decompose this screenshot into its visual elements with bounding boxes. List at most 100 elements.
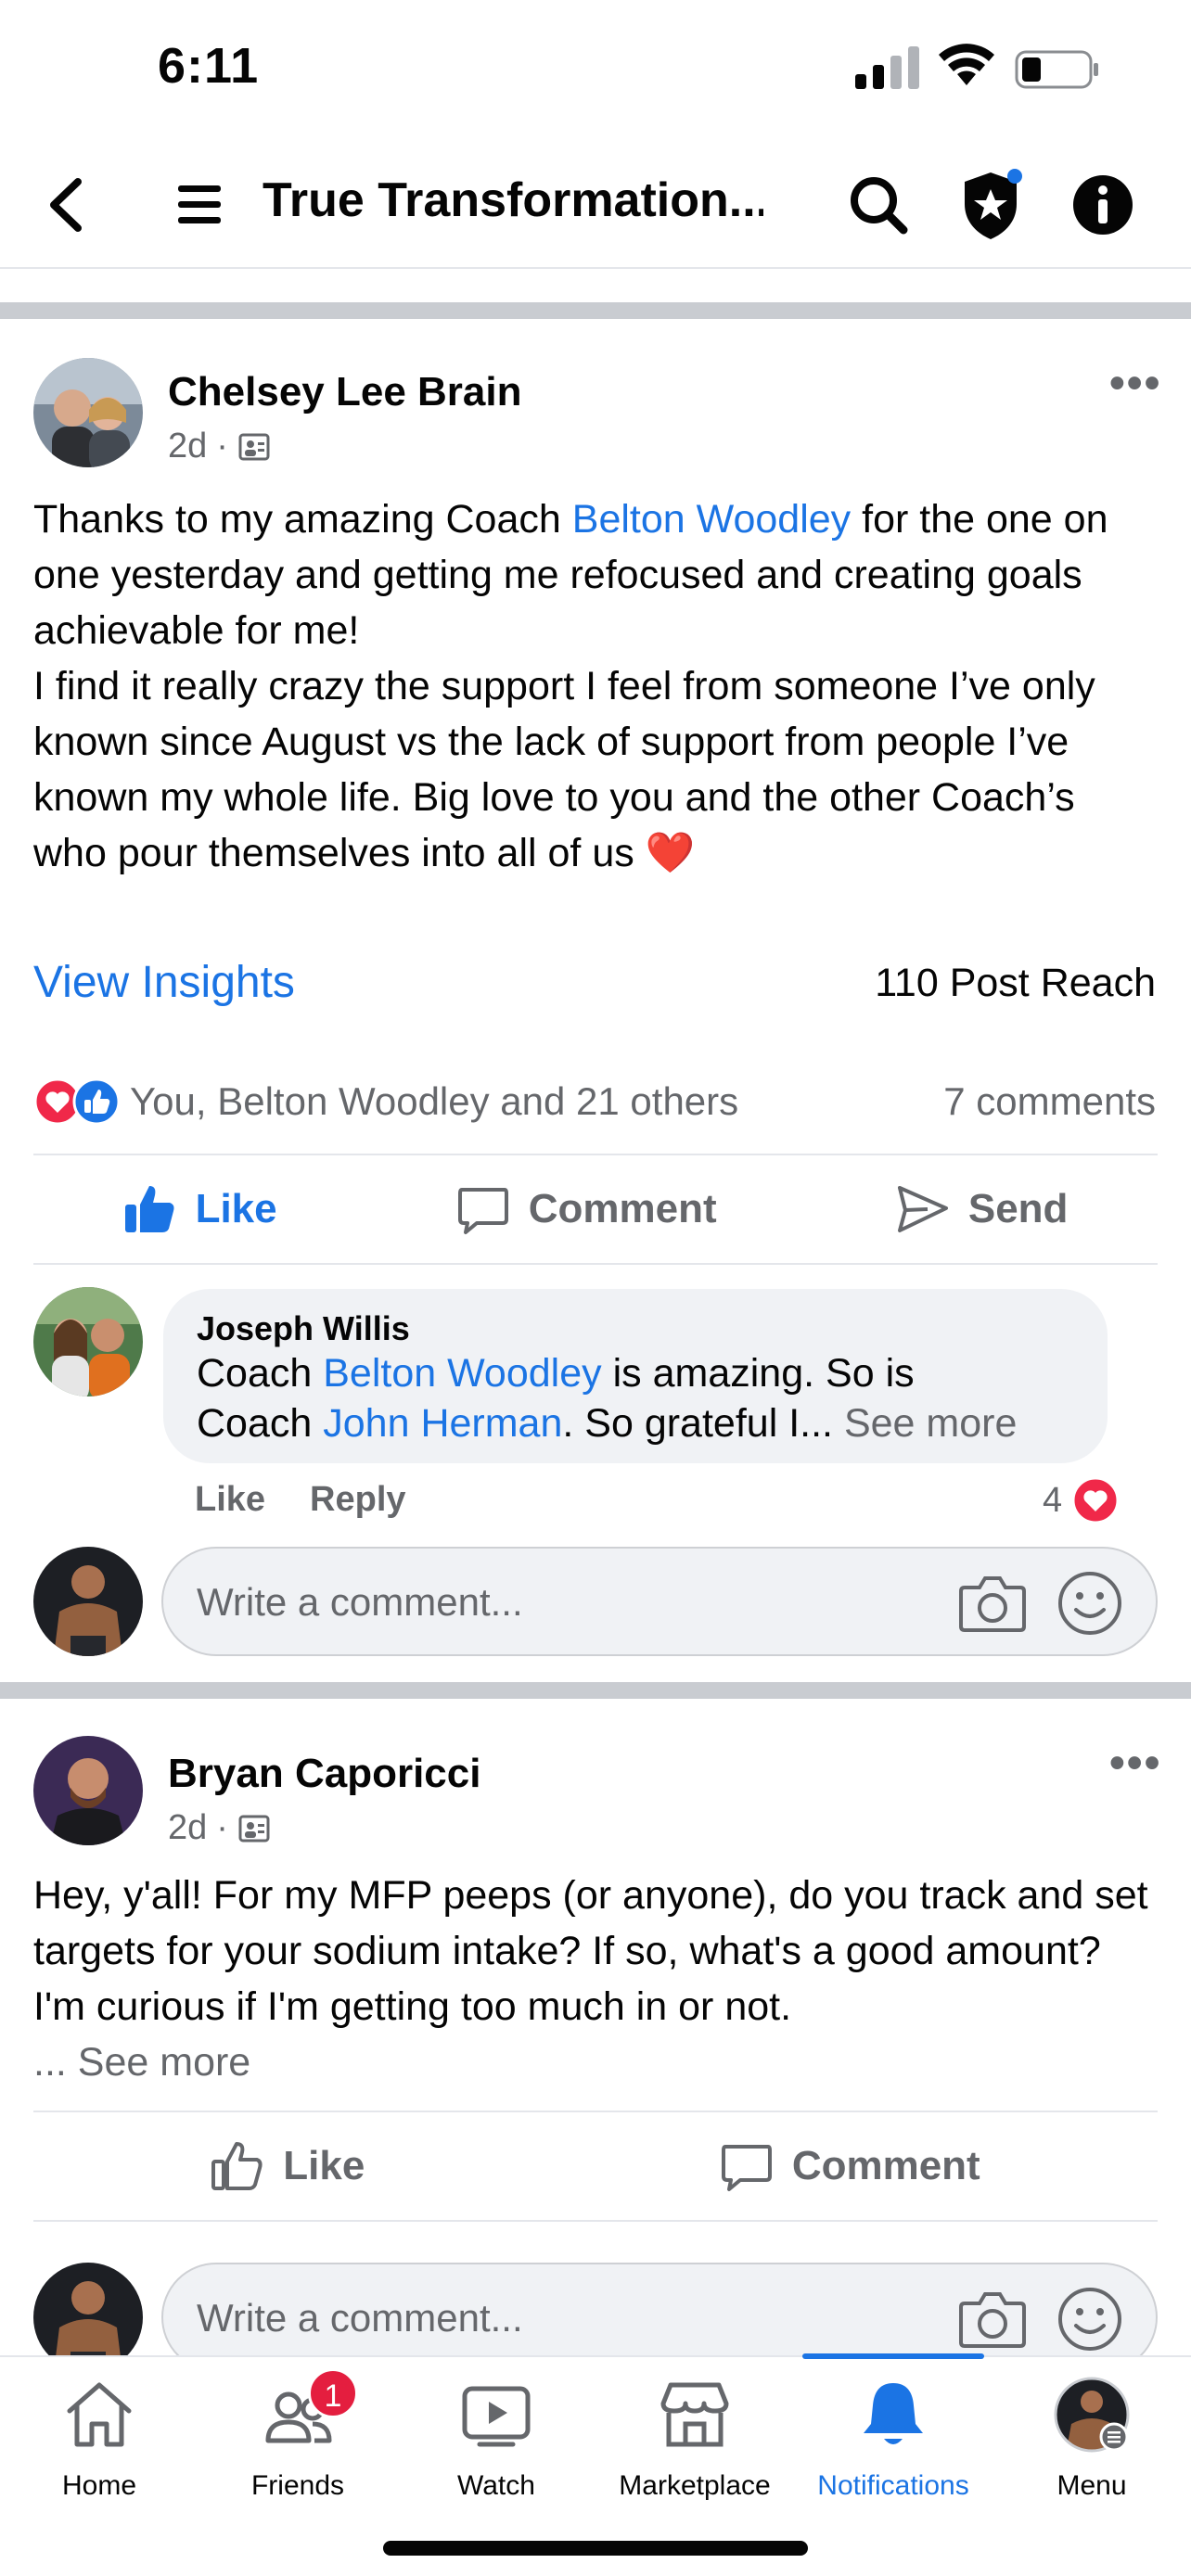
back-chevron-icon[interactable] [41,172,93,237]
post-action-bar: Like Comment [33,2111,1158,2222]
camera-icon[interactable] [959,1573,1026,1634]
friends-notification-badge: 1 [308,2368,358,2418]
post-text: Hey, y'all! For my MFP peeps (or anyone)… [33,1873,1148,2029]
cellular-signal-icon [855,46,919,89]
avatar[interactable] [33,358,143,467]
tab-menu[interactable]: Menu [992,2376,1191,2502]
admin-shield-icon[interactable] [957,167,1024,243]
tab-label: Home [61,2470,137,2501]
comment-label: Comment [528,1186,717,1231]
comment-text-part: Coach [197,1351,324,1396]
comment-bubble[interactable]: Joseph Willis Coach Belton Woodley is am… [163,1289,1108,1463]
post-text: I find it really crazy the support I fee… [33,664,1095,875]
view-insights-link[interactable]: View Insights [33,957,295,1008]
tab-label: Marketplace [619,2470,771,2501]
post-time[interactable]: 2d [168,1808,207,1848]
comment-text-part: Coach [197,1401,324,1446]
write-comment-field[interactable]: Write a comment... [161,1547,1158,1656]
tab-label: Menu [1057,2470,1127,2501]
avatar[interactable] [33,1736,143,1845]
comment-author[interactable]: Joseph Willis [197,1309,1074,1348]
write-comment-placeholder: Write a comment... [197,2296,523,2340]
post-time[interactable]: 2d [168,427,207,466]
post-options-icon[interactable]: ••• [1109,358,1161,409]
mention-link[interactable]: John Herman [323,1401,562,1446]
comment-actions: Like Reply [195,1480,406,1520]
bell-icon [864,2383,923,2444]
post-author[interactable]: Bryan Caporicci [168,1751,480,1797]
feed-separator [0,302,1191,319]
like-button[interactable]: Like [123,1182,277,1236]
search-icon[interactable] [846,172,911,237]
info-icon[interactable] [1072,174,1133,236]
thumbs-up-icon [211,2142,263,2190]
like-button[interactable]: Like [211,2139,365,2193]
meta-dot: · [216,1808,228,1847]
comment-icon [457,1188,508,1234]
emoji-icon[interactable] [1057,1571,1122,1636]
marketplace-icon [660,2382,729,2447]
reactions-text: You, Belton Woodley and 21 others [130,1079,739,1123]
active-tab-indicator [802,2353,984,2359]
write-comment-placeholder: Write a comment... [197,1580,523,1624]
comment-reply-button[interactable]: Reply [310,1480,405,1520]
tab-friends[interactable]: 1 Friends [198,2368,397,2502]
see-more-link[interactable]: ... See more [33,2040,250,2085]
post-meta: 2d · [168,427,271,466]
see-more-link[interactable]: See more [844,1401,1017,1446]
post-text: Thanks to my amazing Coach [33,497,572,542]
comment-text: Coach Belton Woodley is amazing. So is C… [197,1348,1074,1448]
mention-link[interactable]: Belton Woodley [572,497,851,542]
tab-notifications[interactable]: Notifications [794,2376,992,2502]
tab-watch[interactable]: Watch [397,2376,596,2502]
battery-icon [1015,50,1098,89]
comment-reactions[interactable]: 4 [1043,1476,1120,1524]
post-options-icon[interactable]: ••• [1109,1738,1161,1789]
group-title[interactable]: True Transformation... [263,172,763,228]
comment-like-button[interactable]: Like [195,1480,265,1520]
like-label: Like [283,2143,365,2188]
send-icon [897,1186,948,1232]
feed-separator [0,1682,1191,1699]
comments-count[interactable]: 7 comments [943,1079,1156,1124]
comment-reaction-count: 4 [1043,1480,1063,1520]
love-reaction-icon [1071,1476,1120,1524]
comment-text-part: . So grateful I... [562,1401,844,1446]
comment-text-part: is amazing. So is [601,1351,915,1396]
comment-button[interactable]: Comment [720,2139,980,2193]
status-bar: 6:11 [0,0,1191,139]
thumbs-up-icon [124,1186,174,1232]
wifi-icon [939,44,994,85]
post-body: Hey, y'all! For my MFP peeps (or anyone)… [33,1868,1158,2090]
group-privacy-icon [238,433,270,460]
like-label: Like [195,1186,277,1231]
tab-label: Watch [457,2470,535,2501]
profile-avatar-icon [1054,2377,1130,2453]
post-reach: 110 Post Reach [875,961,1156,1005]
send-label: Send [967,1186,1069,1231]
comment-label: Comment [791,2143,980,2188]
tab-label: Notifications [817,2470,969,2501]
tab-home[interactable]: Home [0,2376,198,2502]
group-header: True Transformation... [0,139,1191,269]
camera-icon[interactable] [959,2289,1026,2350]
like-reaction-icon [72,1078,121,1126]
comment-icon [721,2145,772,2191]
home-indicator [383,2541,808,2556]
mention-link[interactable]: Belton Woodley [323,1351,601,1396]
hamburger-menu-icon[interactable] [174,176,224,232]
send-button[interactable]: Send [896,1182,1069,1236]
watch-icon [462,2386,531,2447]
post-author[interactable]: Chelsey Lee Brain [168,369,522,415]
my-avatar[interactable] [33,1547,143,1656]
comment-button[interactable]: Comment [456,1182,717,1236]
group-privacy-icon [238,1815,270,1842]
meta-dot: · [216,427,228,465]
tab-marketplace[interactable]: Marketplace [596,2376,794,2502]
status-time: 6:11 [158,38,260,94]
avatar[interactable] [33,1287,143,1396]
home-icon [67,2382,132,2447]
tab-label: Friends [250,2470,345,2501]
post-meta: 2d · [168,1808,271,1848]
emoji-icon[interactable] [1057,2287,1122,2352]
